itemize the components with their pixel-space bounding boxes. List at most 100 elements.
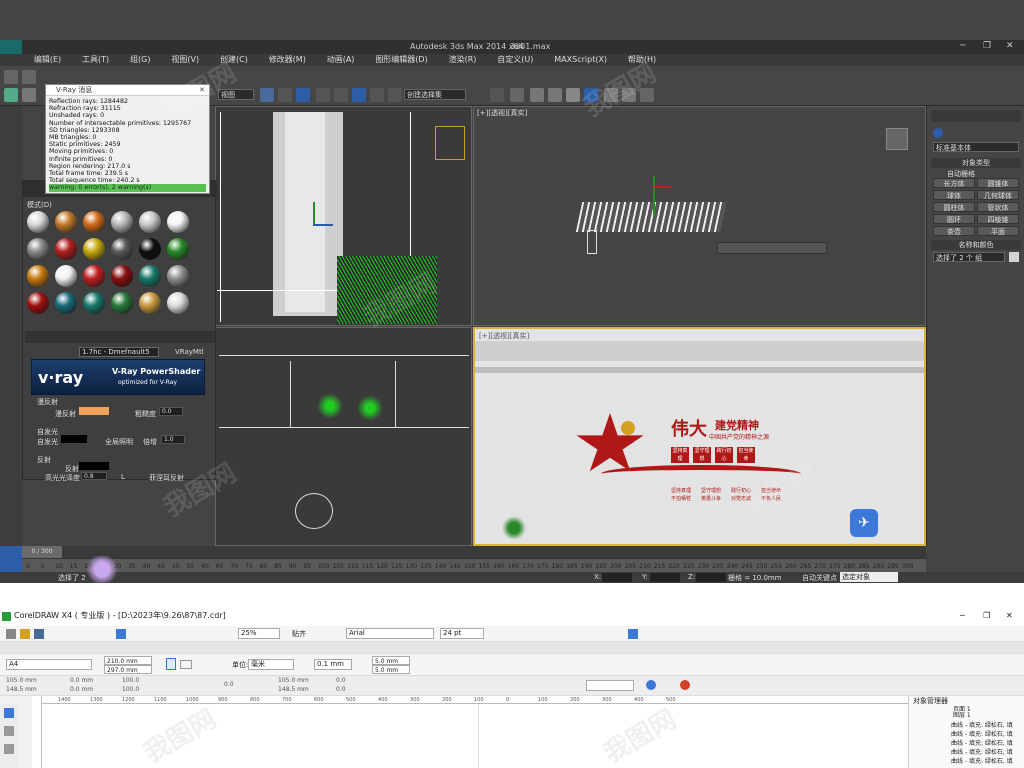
glossiness-field[interactable]: 0.8 [81,472,107,480]
x-position[interactable]: 105.0 mm [6,677,37,684]
object-item[interactable]: 曲线 - 填充: 绿松石, 填 [951,747,1013,756]
gi-label[interactable]: 全局照明 [105,437,133,447]
material-type-button[interactable]: VRayMtl [175,348,204,356]
geometry-icon[interactable] [933,128,943,138]
viewport-label-2[interactable]: [+][透视][真实] [479,331,529,341]
menu-maxscript[interactable]: MAXScript(X) [545,54,616,66]
maximize-icon[interactable]: ❐ [983,41,991,51]
menu-group[interactable]: 组(G) [121,54,159,66]
diffuse-color-swatch[interactable] [79,407,109,415]
material-slot[interactable] [83,211,105,233]
box-button[interactable]: 长方体 [933,178,975,188]
percent-snap-icon[interactable] [352,88,366,102]
move-icon[interactable] [278,88,292,102]
mirror-icon[interactable] [370,88,384,102]
track-bar[interactable]: 0510152025303540455055606570758085909510… [22,558,926,572]
material-slot[interactable] [167,265,189,287]
z-coord-field[interactable] [696,573,726,582]
material-slot[interactable] [27,292,49,314]
mode-menu[interactable]: 模式(D) [27,200,52,210]
align-icon[interactable] [628,629,638,639]
cdr-minimize-icon[interactable]: ─ [960,606,965,626]
viewport-bottom-left[interactable] [215,327,472,546]
cdr-close-icon[interactable]: ✕ [1006,606,1013,626]
crop-tool-icon[interactable] [4,744,14,754]
new-icon[interactable] [6,629,16,639]
self-illum-swatch[interactable] [61,435,87,443]
cone-button[interactable]: 圆锥体 [977,178,1019,188]
angle-snap-icon[interactable] [334,88,348,102]
material-slot[interactable] [167,211,189,233]
cdr-app-icon[interactable] [2,612,11,621]
curve-editor-icon[interactable] [530,88,544,102]
teapot-button[interactable]: 茶壶 [933,226,975,236]
material-slot[interactable] [139,211,161,233]
page-size-dropdown[interactable]: A4 [6,659,92,670]
viewport-label[interactable]: [+][透视][真实] [477,108,527,118]
material-slot[interactable] [111,211,133,233]
name-color-section[interactable]: 名称和颜色 [931,240,1021,250]
shape-tool-icon[interactable] [4,726,14,736]
close-icon[interactable]: ✕ [1006,41,1014,51]
layer-node[interactable]: 图层 1 [953,710,971,719]
object-width[interactable]: 0.0 mm [70,677,93,684]
pyramid-button[interactable]: 四棱锥 [977,214,1019,224]
time-slider-thumb[interactable]: 0 / 300 [22,546,62,558]
material-slot[interactable] [27,265,49,287]
object-height[interactable]: 0.0 mm [70,686,93,693]
undo-icon[interactable] [4,70,18,84]
font-size[interactable]: 24 pt [440,628,484,639]
viewcube-icon[interactable] [886,128,908,150]
portrait-icon[interactable] [166,658,176,670]
open-icon[interactable] [20,629,30,639]
rotate-icon[interactable] [296,88,310,102]
rotation-field[interactable]: 0.0 [224,681,234,688]
primitive-type-dropdown[interactable]: 标准基本体 [933,142,1019,152]
self-illum-section[interactable]: 自发光 [37,427,58,437]
key-mode-dropdown[interactable]: 选定对象 [840,572,898,582]
autokey-button[interactable]: 自动关键点 [802,573,837,583]
menu-customize[interactable]: 自定义(U) [488,54,542,66]
geosphere-button[interactable]: 几何球体 [977,190,1019,200]
link-icon[interactable] [4,88,18,102]
menu-views[interactable]: 视图(V) [162,54,208,66]
material-slot[interactable] [27,211,49,233]
diffuse-section[interactable]: 漫反射 [37,397,58,407]
material-slot[interactable] [55,265,77,287]
torus-button[interactable]: 圆环 [933,214,975,224]
duplicate-y-field[interactable]: 5.0 mm [372,665,410,674]
pick-tool-icon[interactable] [4,708,14,718]
material-slot[interactable] [139,238,161,260]
object-type-section[interactable]: 对象类型 [931,158,1021,168]
menu-rendering[interactable]: 渲染(R) [440,54,486,66]
unlink-icon[interactable] [22,88,36,102]
reflect-section[interactable]: 反射 [37,455,51,465]
material-slot[interactable] [111,265,133,287]
save-icon[interactable] [34,629,44,639]
roughness-field[interactable]: 0.0 [159,407,183,416]
graphite-icon[interactable] [510,88,524,102]
plane-button[interactable]: 平面 [977,226,1019,236]
x-coord-field[interactable] [602,573,632,582]
menu-modifiers[interactable]: 修改器(M) [260,54,315,66]
select-object-icon[interactable] [260,88,274,102]
material-slot[interactable] [27,238,49,260]
y-position[interactable]: 148.5 mm [6,686,37,693]
viewport-top-right[interactable]: [+][透视][真实] [473,106,926,326]
material-slot[interactable] [167,238,189,260]
tube-button[interactable]: 管状体 [977,202,1019,212]
zoom-level[interactable]: 25% [238,628,280,639]
menu-tools[interactable]: 工具(T) [73,54,118,66]
skew-a-field[interactable]: 0.0 [336,677,346,684]
cdr-maximize-icon[interactable]: ❐ [983,606,990,626]
center-y-field[interactable]: 148.5 mm [278,686,309,693]
material-slot[interactable] [55,238,77,260]
center-x-field[interactable]: 105.0 mm [278,677,309,684]
material-name-field[interactable]: 1.7hc - Dmefnault5 [79,347,159,357]
material-slot[interactable] [167,292,189,314]
material-slot[interactable] [111,238,133,260]
object-name-field[interactable]: 选择了 2 个 组 [933,252,1005,262]
object-color-swatch[interactable] [1009,252,1019,262]
object-item[interactable]: 曲线 - 填充: 绿松石, 填 [951,729,1013,738]
named-selection-set[interactable]: 创建选择集 [404,89,466,100]
